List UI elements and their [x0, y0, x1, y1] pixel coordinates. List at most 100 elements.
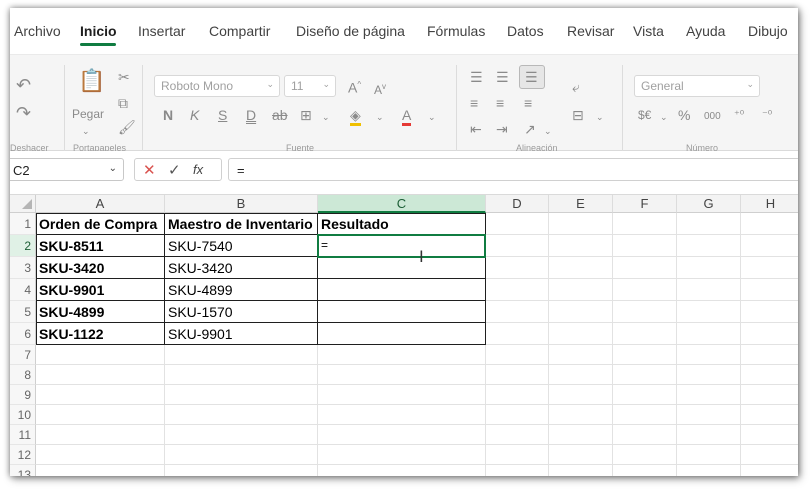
font-size-select[interactable]: 11 ⌄ [284, 75, 336, 97]
row-header-7[interactable]: 7 [10, 345, 36, 365]
chevron-down-icon[interactable]: ⌄ [596, 109, 604, 125]
row-header-11[interactable]: 11 [10, 425, 36, 445]
align-middle-icon[interactable]: ☰ [496, 69, 509, 85]
cell-b1[interactable]: Maestro de Inventario [165, 214, 317, 235]
tab-datos[interactable]: Datos [507, 23, 544, 39]
separator [622, 65, 623, 153]
tab-vista[interactable]: Vista [633, 23, 664, 39]
row-header-12[interactable]: 12 [10, 445, 36, 465]
font-color-icon[interactable]: A [402, 107, 412, 126]
tab-inicio[interactable]: Inicio [80, 23, 117, 39]
cell-a3[interactable]: SKU-3420 [36, 258, 164, 279]
cell-a2[interactable]: SKU-8511 [36, 236, 164, 257]
insert-function-icon[interactable]: fx [193, 162, 203, 177]
cut-icon[interactable]: ✂ [118, 69, 130, 85]
copy-icon[interactable]: ⧉ [118, 95, 128, 111]
align-right-icon[interactable]: ≡ [524, 95, 532, 111]
chevron-down-icon[interactable]: ⌄ [660, 109, 668, 125]
align-left-icon[interactable]: ≡ [470, 95, 478, 111]
strikethrough-icon[interactable]: ab [272, 107, 288, 123]
chevron-down-icon[interactable]: ⌄ [376, 109, 384, 125]
increase-indent-icon[interactable]: ⇥ [496, 121, 508, 137]
cell-a1[interactable]: Orden de Compra [36, 214, 164, 235]
tab-ayuda[interactable]: Ayuda [686, 23, 725, 39]
row-header-13[interactable]: 13 [10, 465, 36, 476]
tab-revisar[interactable]: Revisar [567, 23, 614, 39]
cell-a4[interactable]: SKU-9901 [36, 280, 164, 301]
redo-icon[interactable]: ↷ [16, 104, 31, 122]
cell-b2[interactable]: SKU-7540 [165, 236, 317, 257]
double-underline-icon[interactable]: D [246, 107, 256, 123]
number-format-select[interactable]: General ⌄ [634, 75, 760, 97]
row-header-2[interactable]: 2 [10, 235, 36, 257]
row-header-1[interactable]: 1 [10, 213, 36, 235]
tab-archivo[interactable]: Archivo [14, 23, 61, 39]
tab-formulas[interactable]: Fórmulas [427, 23, 485, 39]
italic-icon[interactable]: K [190, 107, 199, 123]
cell-b4[interactable]: SKU-4899 [165, 280, 317, 301]
cell-b5[interactable]: SKU-1570 [165, 302, 317, 323]
wrap-text-icon[interactable]: ⤶ [572, 79, 580, 95]
align-center-icon[interactable]: ≡ [496, 95, 504, 111]
formula-input[interactable]: = [228, 158, 798, 181]
select-all-corner[interactable] [10, 195, 36, 213]
align-top-icon[interactable]: ☰ [470, 69, 483, 85]
paste-label[interactable]: Pegar [72, 107, 104, 121]
align-bottom-button[interactable]: ☰ [519, 65, 545, 89]
bold-icon[interactable]: N [163, 107, 173, 123]
column-header-h[interactable]: H [741, 195, 798, 213]
currency-icon[interactable]: $€ [638, 107, 651, 123]
cell-c3[interactable] [318, 258, 485, 279]
chevron-down-icon[interactable]: ⌄ [428, 109, 436, 125]
font-name-select[interactable]: Roboto Mono ⌄ [154, 75, 280, 97]
merge-center-icon[interactable]: ⊟ [572, 107, 584, 123]
cell-c4[interactable] [318, 280, 485, 301]
column-header-d[interactable]: D [486, 195, 549, 213]
column-header-c[interactable]: C [318, 195, 486, 213]
row-header-6[interactable]: 6 [10, 323, 36, 345]
increase-decimal-icon[interactable]: ⁺⁰ [734, 107, 744, 123]
row-header-3[interactable]: 3 [10, 257, 36, 279]
column-header-f[interactable]: F [613, 195, 677, 213]
cell-a5[interactable]: SKU-4899 [36, 302, 164, 323]
cancel-icon[interactable]: ✕ [143, 161, 156, 179]
format-painter-icon[interactable]: 🖌 [118, 119, 136, 135]
column-header-e[interactable]: E [549, 195, 613, 213]
undo-icon[interactable]: ↶ [16, 76, 31, 94]
name-box[interactable]: C2 ⌄ [10, 158, 124, 181]
decrease-font-icon[interactable]: Av [374, 79, 386, 98]
fill-color-icon[interactable]: ◈ [350, 107, 361, 126]
gridline [612, 213, 613, 476]
percent-icon[interactable]: % [678, 107, 690, 123]
paste-icon[interactable]: 📋 [78, 70, 105, 92]
row-header-8[interactable]: 8 [10, 365, 36, 385]
cell-c1[interactable]: Resultado [318, 214, 485, 235]
borders-icon[interactable]: ⊞ [300, 107, 312, 123]
orientation-icon[interactable]: ↗ [524, 121, 536, 137]
column-header-b[interactable]: B [165, 195, 318, 213]
chevron-down-icon[interactable]: ⌄ [82, 123, 90, 139]
cell-c5[interactable] [318, 302, 485, 323]
cell-c6[interactable] [318, 324, 485, 345]
tab-diseno-pagina[interactable]: Diseño de página [296, 23, 405, 39]
tab-insertar[interactable]: Insertar [138, 23, 185, 39]
increase-font-icon[interactable]: A^ [348, 77, 361, 96]
column-header-g[interactable]: G [677, 195, 741, 213]
underline-icon[interactable]: S [218, 107, 227, 123]
tab-compartir[interactable]: Compartir [209, 23, 270, 39]
decrease-indent-icon[interactable]: ⇤ [470, 121, 482, 137]
cell-b3[interactable]: SKU-3420 [165, 258, 317, 279]
decrease-decimal-icon[interactable]: ⁻⁰ [762, 107, 772, 123]
enter-icon[interactable]: ✓ [168, 161, 181, 179]
chevron-down-icon[interactable]: ⌄ [322, 109, 330, 125]
row-header-4[interactable]: 4 [10, 279, 36, 301]
chevron-down-icon[interactable]: ⌄ [544, 123, 552, 139]
cell-b6[interactable]: SKU-9901 [165, 324, 317, 345]
column-header-a[interactable]: A [36, 195, 165, 213]
row-header-5[interactable]: 5 [10, 301, 36, 323]
thousands-separator-icon[interactable]: 000 [704, 109, 721, 125]
cell-a6[interactable]: SKU-1122 [36, 324, 164, 345]
tab-dibujo[interactable]: Dibujo [748, 23, 788, 39]
row-header-9[interactable]: 9 [10, 385, 36, 405]
row-header-10[interactable]: 10 [10, 405, 36, 425]
